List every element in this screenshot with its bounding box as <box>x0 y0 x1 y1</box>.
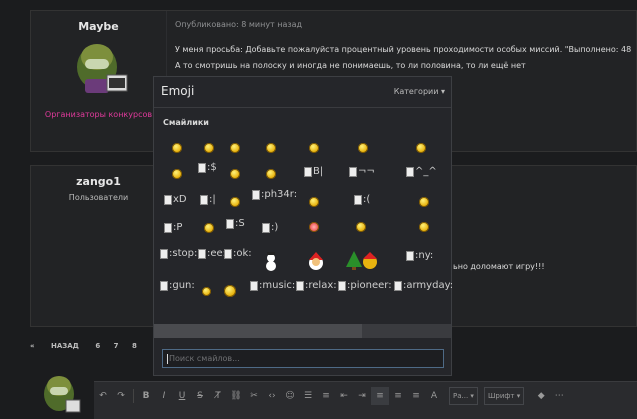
pagination: « НАЗАД 6 7 8 <box>30 342 148 350</box>
post-timestamp: Опубликовано: 8 минут назад <box>175 20 303 29</box>
link-icon[interactable]: ⛓ <box>227 387 245 405</box>
post-text-line: А то смотришь на полоску и иногда не пон… <box>175 61 526 70</box>
emoji-broken-image[interactable]: :$ <box>198 163 217 173</box>
emoji-broken-image[interactable]: ^_^ <box>406 167 437 177</box>
underline-icon[interactable]: U <box>173 387 191 405</box>
post-author-panel: zango1 Пользователи <box>31 166 167 326</box>
smiley-icon[interactable] <box>266 169 276 179</box>
christmas-tree-icon[interactable] <box>344 249 380 271</box>
post-author-panel: Maybe Организаторы конкурсов <box>31 11 167 151</box>
emoji-broken-image[interactable]: :gun: <box>160 281 195 291</box>
bold-icon[interactable]: B <box>137 387 155 405</box>
more-icon[interactable]: ⋯ <box>550 387 568 405</box>
editor-toolbar: ↶ ↷ B I U S T̸ ⛓ ✂ ‹› ☺ ☰ ≡ ⇤ ⇥ ≡ ≡ ≡ A … <box>94 385 568 407</box>
emoji-broken-image[interactable]: :ok: <box>224 249 252 259</box>
emoji-grid: :$ B| ¬¬ ^_^ xD :| :ph34r: :( :P :S :) :… <box>154 135 453 325</box>
pager-back-arrow[interactable]: « <box>30 342 35 350</box>
emoji-broken-image[interactable]: xD <box>164 195 187 205</box>
special-icon[interactable]: ◆ <box>532 387 550 405</box>
indent-icon[interactable]: ⇥ <box>353 387 371 405</box>
emoji-search-input[interactable]: Поиск смайлов... <box>162 349 444 368</box>
pager-back-link[interactable]: НАЗАД <box>51 342 79 350</box>
snowman-icon[interactable] <box>262 251 280 271</box>
emoji-broken-image[interactable]: :P <box>164 223 182 233</box>
emoji-scrollbar[interactable] <box>154 324 451 338</box>
emoji-broken-image[interactable]: :pioneer: <box>338 281 392 291</box>
emoji-scrollbar-thumb[interactable] <box>154 324 362 338</box>
smiley-icon[interactable] <box>204 143 214 153</box>
pager-page[interactable]: 6 <box>95 342 100 350</box>
align-center-icon[interactable]: ≡ <box>389 387 407 405</box>
emoji-section-title: Смайлики <box>163 118 209 127</box>
smiley-icon[interactable] <box>309 143 319 153</box>
chevron-down-icon: ▾ <box>440 87 445 96</box>
pager-page[interactable]: 7 <box>114 342 119 350</box>
unlink-icon[interactable]: ✂ <box>245 387 263 405</box>
smiley-icon[interactable] <box>419 197 429 207</box>
numbered-list-icon[interactable]: ≡ <box>317 387 335 405</box>
smiley-icon[interactable] <box>266 143 276 153</box>
redo-icon[interactable]: ↷ <box>112 387 130 405</box>
smiley-icon[interactable] <box>356 222 366 232</box>
smiley-icon[interactable] <box>309 222 319 232</box>
post-author-name[interactable]: zango1 <box>31 175 166 188</box>
smiley-icon[interactable] <box>230 197 240 207</box>
bullet-list-icon[interactable]: ☰ <box>299 387 317 405</box>
emoji-broken-image[interactable]: :stop: <box>160 249 197 259</box>
emoji-icon[interactable]: ☺ <box>281 387 299 405</box>
font-size-select[interactable]: Ра... ▾ <box>449 387 478 405</box>
clear-format-icon[interactable]: T̸ <box>209 387 227 405</box>
pager-page[interactable]: 8 <box>132 342 137 350</box>
post-text-line: У меня просьба: Добавьте пожалуйста проц… <box>175 45 632 54</box>
emoji-broken-image[interactable]: :ph34r: <box>252 190 297 200</box>
smiley-icon[interactable] <box>172 169 182 179</box>
smiley-icon[interactable] <box>419 222 429 232</box>
post-author-group: Организаторы конкурсов <box>44 110 153 119</box>
emoji-broken-image[interactable]: :( <box>354 195 370 205</box>
emoji-broken-image[interactable]: :armyday: <box>394 281 453 291</box>
undo-icon[interactable]: ↶ <box>94 387 112 405</box>
emoji-broken-image[interactable]: ¬¬ <box>349 167 375 177</box>
post-author-group: Пользователи <box>68 193 129 202</box>
emoji-broken-image[interactable]: :ee: <box>198 249 226 259</box>
outdent-icon[interactable]: ⇤ <box>335 387 353 405</box>
code-icon[interactable]: ‹› <box>263 387 281 405</box>
emoji-popup: Emoji Категории ▾ Смайлики :$ B| ¬¬ ^_^ … <box>153 76 453 376</box>
emoji-broken-image[interactable]: :music: <box>250 281 295 291</box>
font-family-select[interactable]: Шрифт ▾ <box>483 387 525 405</box>
post-text-fragment: ьно доломают игру!!! <box>453 262 545 271</box>
emoji-broken-image[interactable]: :relax: <box>296 281 337 291</box>
sunglasses-smiley-icon[interactable] <box>416 143 426 153</box>
smiley-icon[interactable] <box>358 143 368 153</box>
strikethrough-icon[interactable]: S <box>191 387 209 405</box>
italic-icon[interactable]: I <box>155 387 173 405</box>
categories-dropdown[interactable]: Категории ▾ <box>394 87 445 96</box>
smiley-icon[interactable] <box>230 169 240 179</box>
santa-icon[interactable] <box>306 251 326 271</box>
post-author-name[interactable]: Maybe <box>31 20 166 33</box>
smiley-icon[interactable] <box>309 197 319 207</box>
emoji-broken-image[interactable]: :| <box>200 195 216 205</box>
emoji-broken-image[interactable]: :S <box>226 219 245 229</box>
avatar[interactable] <box>71 37 131 95</box>
align-right-icon[interactable]: ≡ <box>407 387 425 405</box>
emoji-popup-title: Emoji <box>161 84 195 98</box>
editor: ↶ ↷ B I U S T̸ ⛓ ✂ ‹› ☺ ☰ ≡ ⇤ ⇥ ≡ ≡ ≡ A … <box>94 381 637 419</box>
smiley-icon[interactable] <box>204 223 214 233</box>
emoji-broken-image[interactable]: :ny: <box>406 251 433 261</box>
emoji-broken-image[interactable]: :) <box>262 223 278 233</box>
text-color-icon[interactable]: A <box>425 387 443 405</box>
emoji-broken-image[interactable]: B| <box>304 167 323 177</box>
smiley-icon[interactable] <box>224 285 236 297</box>
smiley-icon[interactable] <box>230 143 240 153</box>
smiley-icon[interactable] <box>202 287 211 296</box>
current-user-avatar <box>44 376 81 413</box>
smiley-icon[interactable] <box>172 143 182 153</box>
align-left-icon[interactable]: ≡ <box>371 387 389 405</box>
